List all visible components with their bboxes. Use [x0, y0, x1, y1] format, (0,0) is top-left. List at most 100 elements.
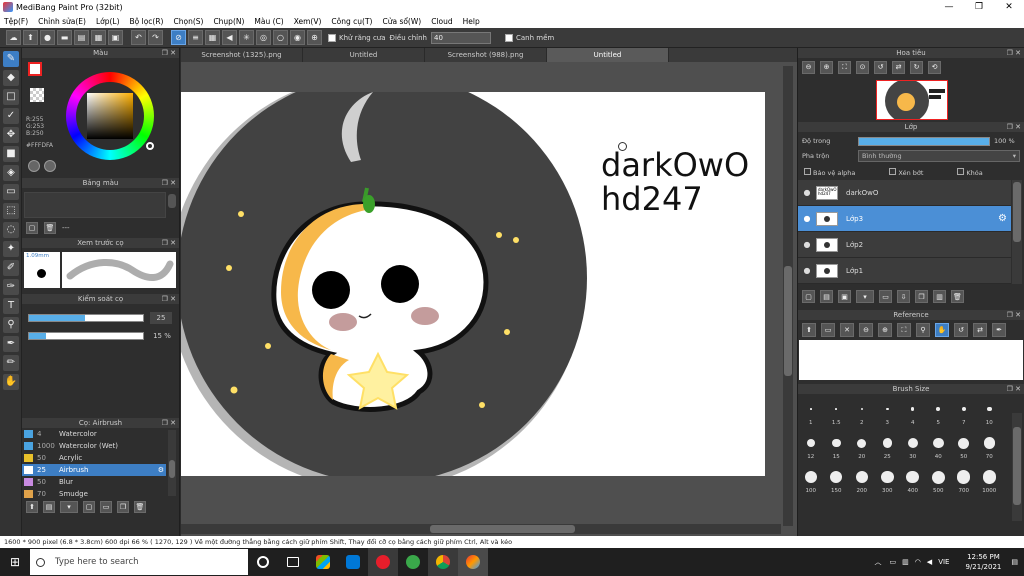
brush-size-option[interactable]: 30 [901, 430, 925, 462]
reference-fit-icon[interactable]: ⛶ [897, 323, 911, 337]
eye-icon[interactable]: ● [798, 214, 816, 223]
fill-rect-tool-icon[interactable]: ■ [3, 146, 19, 162]
delete-palette-icon[interactable]: 🗑 [44, 222, 56, 234]
reference-view[interactable] [799, 340, 1023, 380]
reference-search-icon[interactable]: ⚲ [916, 323, 930, 337]
close-icon[interactable]: ❐ ✕ [162, 294, 176, 304]
delete-layer-icon[interactable]: 🗑 [951, 290, 964, 303]
menu-help[interactable]: Help [463, 17, 480, 26]
brush-size-option[interactable]: 70 [978, 430, 1002, 462]
reference-zoom-in-icon[interactable]: ⊕ [878, 323, 892, 337]
bucket-tool-icon[interactable]: ◈ [3, 165, 19, 181]
tab-untitled-active[interactable]: Untitled [547, 48, 669, 62]
palette-list[interactable] [24, 192, 166, 218]
lang-indicator[interactable]: VIE [938, 558, 949, 566]
brush-size-option[interactable]: 4 [901, 396, 925, 428]
reference-flip-icon[interactable]: ⇄ [973, 323, 987, 337]
hand-tool-icon[interactable]: ✋ [3, 374, 19, 390]
close-icon[interactable]: ❐ ✕ [162, 178, 176, 188]
antialias-checkbox[interactable] [328, 33, 336, 42]
drawing-canvas[interactable]: darkOwO hd247 [181, 92, 765, 476]
color-mode-icon[interactable] [28, 160, 40, 172]
brush-size-option[interactable]: 50 [952, 430, 976, 462]
clock[interactable]: 12:56 PM 9/21/2021 [965, 552, 1001, 572]
select-eraser-tool-icon[interactable]: ✑ [3, 279, 19, 295]
brush-size-option[interactable]: 400 [901, 464, 925, 496]
gear-icon[interactable]: ⚙ [998, 213, 1007, 224]
snap-radial-icon[interactable]: ✳ [239, 30, 254, 45]
brush-list-item[interactable]: 50 Acrylic [22, 452, 166, 464]
grid-icon[interactable]: ▦ [91, 30, 106, 45]
magic-wand-tool-icon[interactable]: ✦ [3, 241, 19, 257]
frame-icon[interactable]: ▣ [108, 30, 123, 45]
brush-list-item[interactable]: 4 Watercolor [22, 428, 166, 440]
new-halftone-layer-icon[interactable]: ▤ [820, 290, 833, 303]
brush-size-option[interactable]: 200 [850, 464, 874, 496]
store-icon[interactable] [308, 548, 338, 576]
zoom-out-icon[interactable]: ⊖ [802, 60, 815, 74]
menu-color[interactable]: Màu (C) [254, 17, 283, 26]
mail-icon[interactable] [338, 548, 368, 576]
brush-size-option[interactable]: 7 [952, 396, 976, 428]
reference-rotate-icon[interactable]: ↺ [954, 323, 968, 337]
lock-checkbox[interactable] [957, 168, 965, 175]
brush-tool-icon[interactable]: ✎ [3, 51, 19, 67]
volume-icon[interactable]: ◀ [927, 558, 932, 566]
close-icon[interactable]: ❐ ✕ [1007, 122, 1021, 132]
transparent-swatch[interactable] [30, 88, 44, 102]
hue-wheel[interactable] [66, 72, 154, 160]
snap-perspective-icon[interactable]: ◀ [222, 30, 237, 45]
green-app-icon[interactable] [398, 548, 428, 576]
move-tool-icon[interactable]: ✥ [3, 127, 19, 143]
brush-list-item[interactable]: 1000 Watercolor (Wet) [22, 440, 166, 452]
redo-icon[interactable]: ↷ [148, 30, 163, 45]
task-view-icon[interactable] [278, 548, 308, 576]
menu-snap[interactable]: Chụp(N) [213, 17, 244, 26]
eye-icon[interactable]: ● [798, 266, 816, 275]
network-icon[interactable]: ▭ [889, 558, 896, 566]
canvas-text[interactable]: darkOwO hd247 [601, 148, 749, 216]
shape-tool-icon[interactable]: □ [3, 89, 19, 105]
brush-size-option[interactable]: 1 [799, 396, 823, 428]
adjust-dropdown[interactable]: 40 [431, 31, 491, 44]
layer-row[interactable]: ● Lớp3 ⚙ [798, 206, 1011, 232]
text-tool-icon[interactable]: T [3, 298, 19, 314]
menu-filter[interactable]: Bộ lọc(R) [130, 17, 164, 26]
snap-grid-icon[interactable]: ▦ [205, 30, 220, 45]
reference-zoom-out-icon[interactable]: ⊖ [859, 323, 873, 337]
snap-cross-icon[interactable]: ◉ [290, 30, 305, 45]
select-pen-tool-icon[interactable]: ✐ [3, 260, 19, 276]
flip-icon[interactable]: ⇄ [892, 60, 905, 74]
brush-size-option[interactable]: 40 [927, 430, 951, 462]
opera-icon[interactable] [368, 548, 398, 576]
taskbar-search[interactable]: Type here to search [30, 549, 248, 575]
vertical-scroll-thumb[interactable] [784, 266, 792, 376]
delete-brush-icon[interactable]: 🗑 [134, 501, 146, 513]
lasso-tool-icon[interactable]: ◌ [3, 222, 19, 238]
close-icon[interactable]: ❐ ✕ [162, 48, 176, 58]
minimize-icon[interactable]: — [934, 0, 964, 14]
maximize-icon[interactable]: ❐ [964, 0, 994, 14]
brush-size-option[interactable]: 25 [876, 430, 900, 462]
brush-size-option[interactable]: 1.5 [825, 396, 849, 428]
smooth-checkbox[interactable] [505, 33, 513, 42]
brush-size-option[interactable]: 100 [799, 464, 823, 496]
brush-size-option[interactable]: 1000 [978, 464, 1002, 496]
close-icon[interactable]: ❐ ✕ [1007, 310, 1021, 320]
layer-row[interactable]: ● Lớp2 [798, 232, 1011, 258]
actual-size-icon[interactable]: ⊙ [856, 60, 869, 74]
chat-icon[interactable]: ▬ [57, 30, 72, 45]
brush-opacity-value[interactable]: 15 % [150, 330, 174, 342]
layer-settings-icon[interactable]: ▥ [933, 290, 946, 303]
notification-icon[interactable]: ▤ [1011, 558, 1018, 566]
operation-tool-icon[interactable]: ⚲ [3, 317, 19, 333]
snap-ellipse-icon[interactable]: ○ [273, 30, 288, 45]
brush-list-scrollbar[interactable] [168, 430, 176, 496]
new-palette-icon[interactable]: ▢ [26, 222, 38, 234]
duplicate-layer-icon[interactable]: ❐ [915, 290, 928, 303]
brush-size-option[interactable]: 20 [850, 430, 874, 462]
layer-folder-icon[interactable]: ▭ [879, 290, 892, 303]
cloud-icon[interactable]: ☁ [6, 30, 21, 45]
add-brush-icon[interactable]: ⬆ [26, 501, 38, 513]
undo-icon[interactable]: ↶ [131, 30, 146, 45]
